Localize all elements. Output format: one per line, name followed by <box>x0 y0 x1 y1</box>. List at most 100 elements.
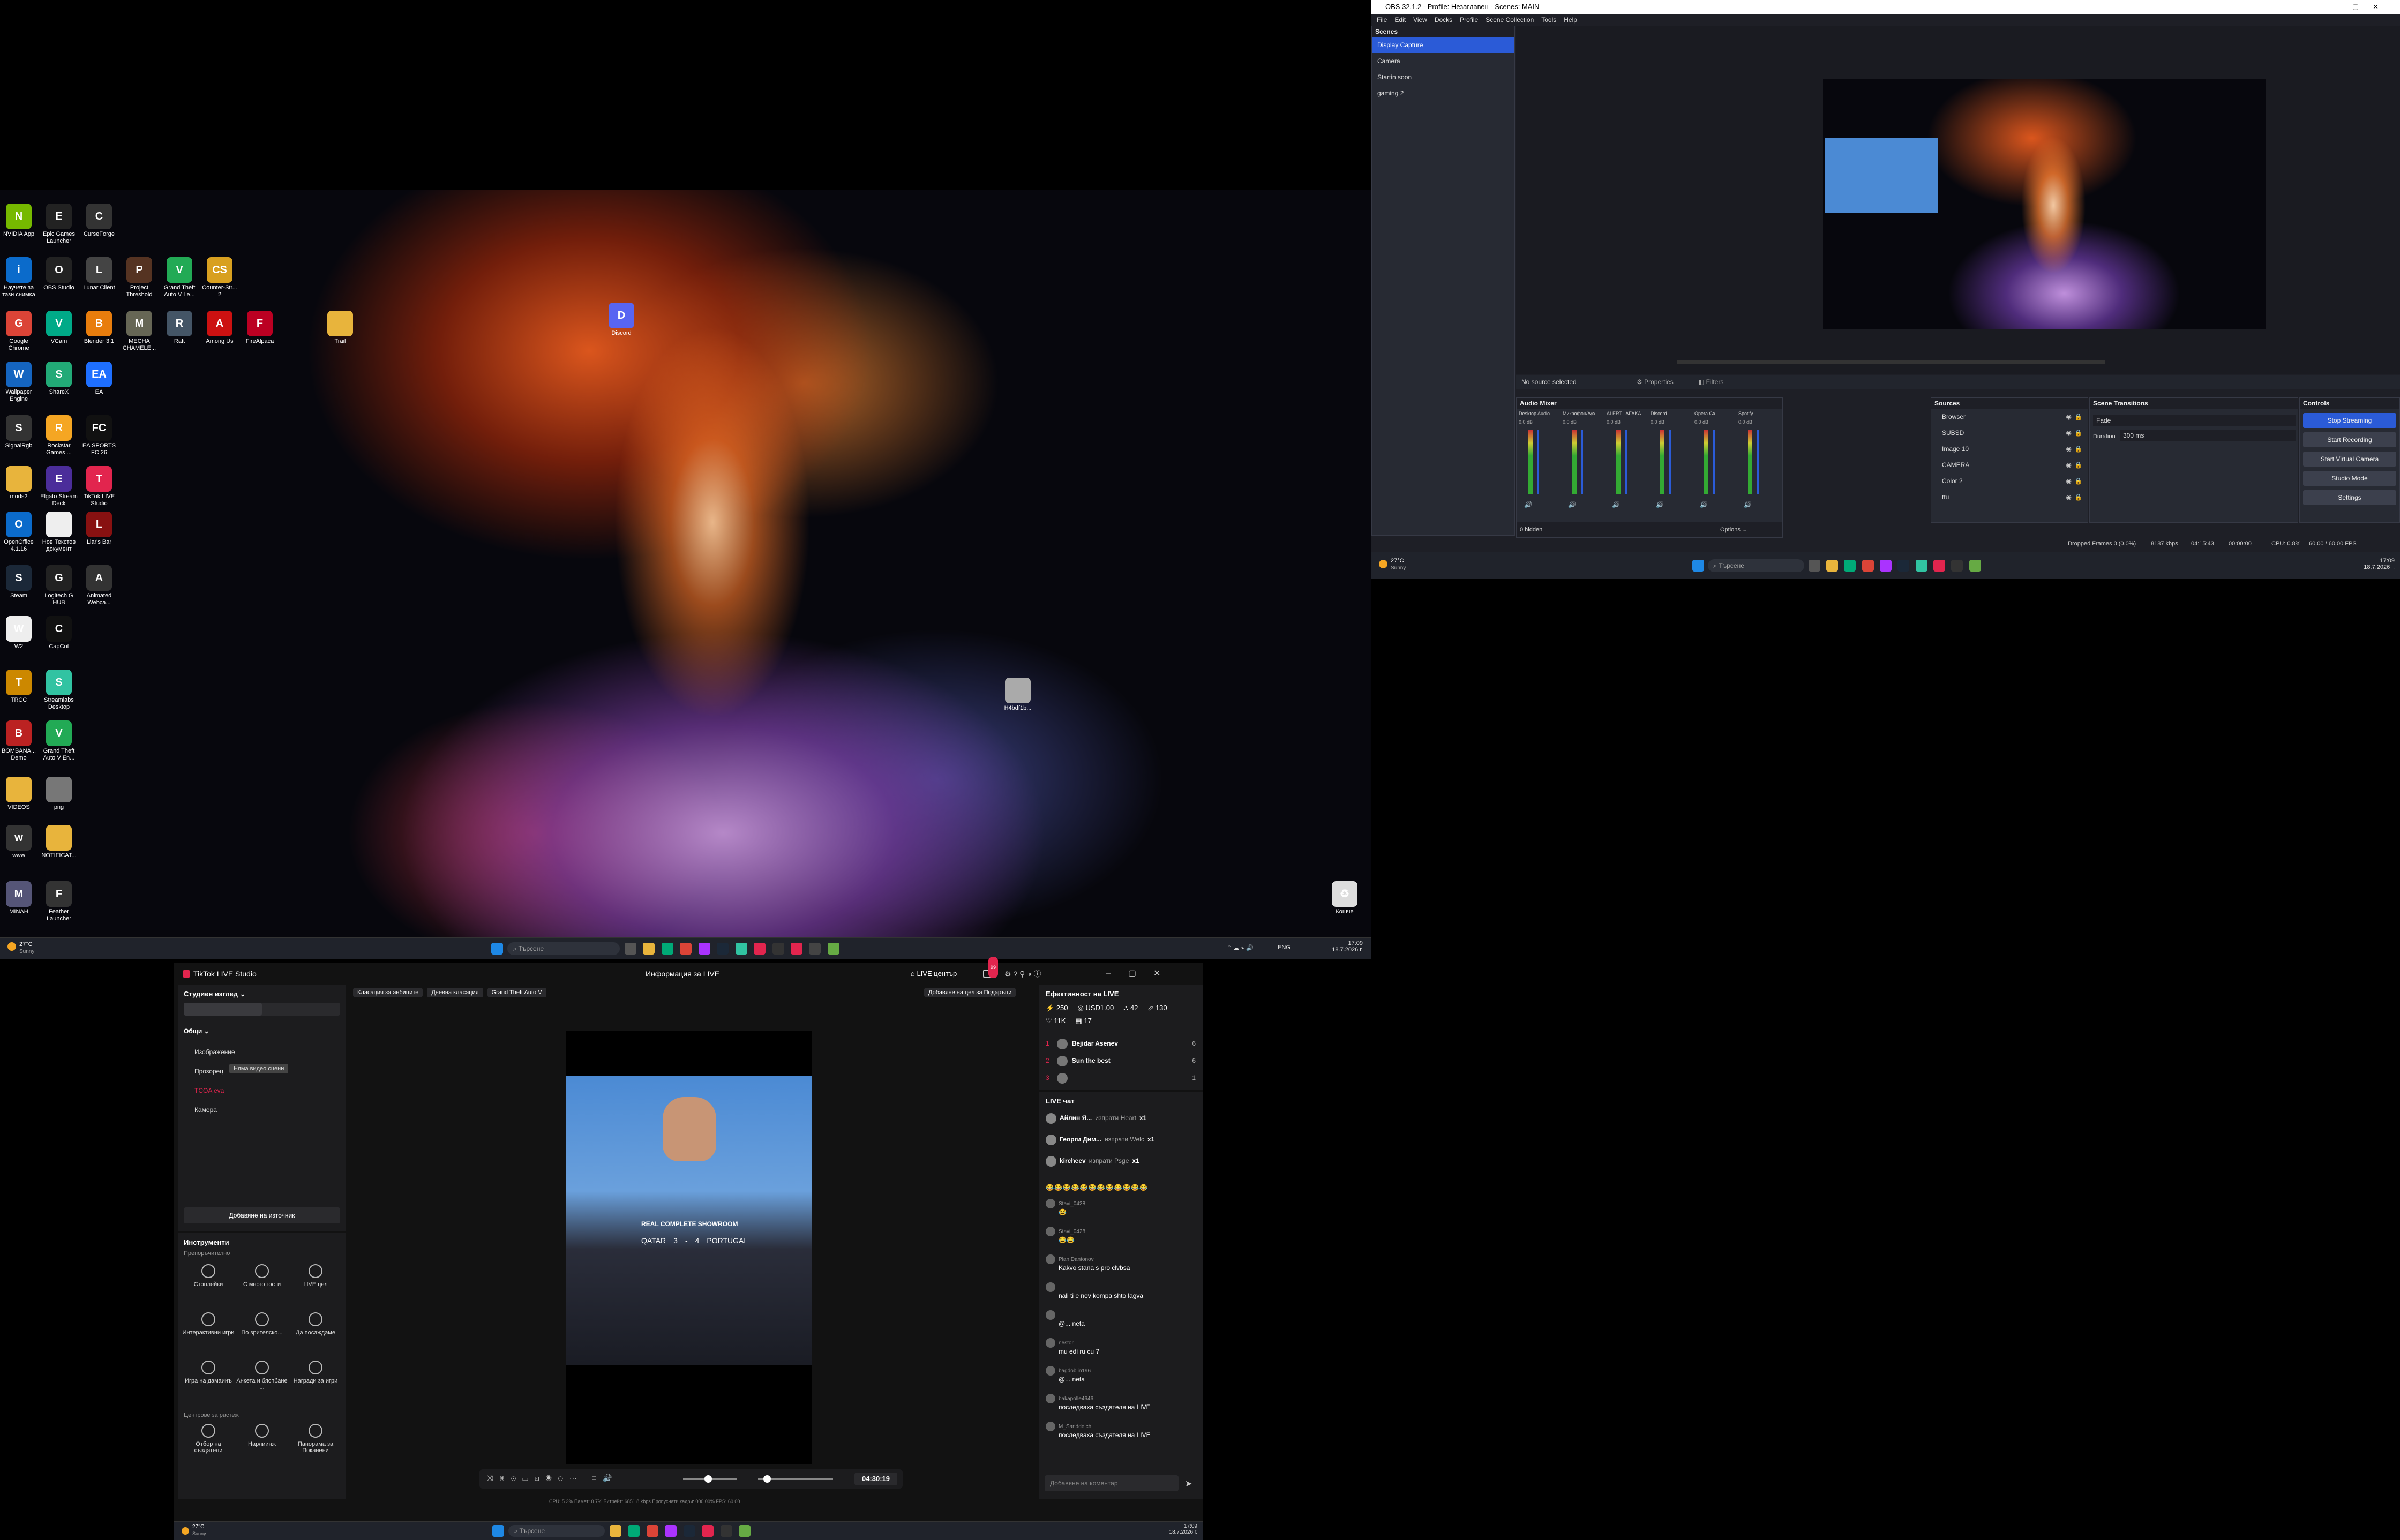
menu-item[interactable]: File <box>1377 16 1387 24</box>
chat-message[interactable]: bagdoblin196 @... neta <box>1046 1366 1196 1383</box>
portrait-option[interactable] <box>184 1003 262 1016</box>
tiktok-icon[interactable] <box>702 1525 714 1537</box>
source-item[interactable]: Image 10 ◉ 🔒 <box>1931 441 2088 457</box>
volume-fader[interactable] <box>1581 430 1583 494</box>
volume-fader[interactable] <box>1669 430 1671 494</box>
desktop-icon[interactable]: ♻ Кошче <box>1326 881 1363 915</box>
tool-item[interactable]: С много гости <box>235 1264 289 1288</box>
tt-live-info[interactable]: Информация за LIVE <box>646 963 719 985</box>
eye-icon[interactable]: ◉ <box>2066 489 2072 505</box>
chat-message[interactable]: Stavi_0428 😂 <box>1046 1199 1196 1216</box>
systray-icons[interactable]: ⌃ ☁ ⌁ 🔊 <box>1227 944 1254 951</box>
minecraft-icon[interactable] <box>1969 560 1981 572</box>
tt-source-item[interactable]: Камера <box>184 1100 340 1120</box>
eye-icon[interactable]: ◉ <box>2066 425 2072 441</box>
tool-item[interactable]: Нарлиинж <box>235 1424 289 1447</box>
send-icon[interactable]: ➤ <box>1185 1478 1192 1489</box>
tool-item[interactable]: Да посаждаме <box>289 1312 342 1336</box>
chat-message[interactable]: nestor mu edi ru cu ? <box>1046 1338 1196 1355</box>
desktop-icon[interactable]: V VCam <box>40 311 78 345</box>
control-button[interactable]: Settings <box>2303 490 2396 505</box>
tt-toolbar-icons[interactable]: ⚙ ? ⚲ ◑ ⓘ <box>1004 963 1041 985</box>
desktop-icon[interactable]: O OpenOffice 4.1.16 <box>0 512 38 552</box>
tt-source-item[interactable]: TCOA eva <box>184 1081 340 1100</box>
eye-icon[interactable]: ◉ <box>2066 409 2072 425</box>
window-controls[interactable]: –▢✕ <box>2335 0 2392 14</box>
gift-user[interactable]: Георги Дим... <box>1060 1136 1101 1143</box>
edge-icon[interactable] <box>661 943 673 955</box>
scene-item[interactable]: Display Capture <box>1372 37 1514 53</box>
volume-fader[interactable] <box>1537 430 1539 494</box>
scene-item[interactable]: gaming 2 <box>1372 85 1514 101</box>
general-group[interactable]: Общи ⌄ <box>184 1027 209 1035</box>
chat-message[interactable]: Stavi_0428 😂😂 <box>1046 1227 1196 1244</box>
streamlabs-icon[interactable] <box>735 943 747 955</box>
duration-input[interactable]: 300 ms <box>2120 430 2296 441</box>
opera-icon[interactable] <box>698 943 710 955</box>
desktop-icon[interactable]: S ShareX <box>40 362 78 396</box>
minecraft-icon[interactable] <box>739 1525 751 1537</box>
tiktok-live-icon[interactable] <box>790 943 802 955</box>
eye-icon[interactable]: ◉ <box>2066 441 2072 457</box>
mute-icon[interactable]: 🔊 <box>1700 501 1708 508</box>
desktop-icon[interactable]: mods2 <box>0 466 38 500</box>
studio-view-select[interactable]: Студиен изглед ⌄ <box>184 990 246 998</box>
gift-user[interactable]: kircheev <box>1060 1157 1086 1165</box>
menu-item[interactable]: Help <box>1564 16 1577 24</box>
desktop-icon[interactable]: R Rockstar Games ... <box>40 415 78 456</box>
eye-icon[interactable]: ◉ <box>2066 473 2072 489</box>
opera-icon[interactable] <box>1880 560 1892 572</box>
add-source-button[interactable]: Добавяне на източник <box>184 1207 340 1223</box>
edge-icon[interactable] <box>628 1525 640 1537</box>
lock-icon[interactable]: 🔒 <box>2074 489 2082 505</box>
lock-icon[interactable]: 🔒 <box>2074 409 2082 425</box>
eye-icon[interactable]: ◉ <box>2066 457 2072 473</box>
ranking-row[interactable]: 31 <box>1046 1069 1196 1086</box>
menu-item[interactable]: View <box>1413 16 1427 24</box>
weather-temp[interactable]: 27°C <box>1391 558 1404 564</box>
mute-icon[interactable]: 🔊 <box>1656 501 1664 508</box>
menu-item[interactable]: Profile <box>1460 16 1478 24</box>
desktop-icon[interactable]: F Feather Launcher <box>40 881 78 922</box>
mute-icon[interactable]: 🔊 <box>1568 501 1576 508</box>
opera-icon[interactable] <box>665 1525 677 1537</box>
obs-taskbar-icon[interactable] <box>720 1525 732 1537</box>
tool-item[interactable]: LIVE цел <box>289 1264 342 1288</box>
desktop-icon[interactable]: S Steam <box>0 565 38 599</box>
desktop-icon[interactable]: E Epic Games Launcher <box>40 204 78 244</box>
chat-message[interactable]: Plan Dantonov Kakvo stana s pro clvbsa <box>1046 1254 1196 1272</box>
clock[interactable]: 17:09 18.7.2026 г. <box>1329 940 1363 953</box>
desktop-icon[interactable]: S Streamlabs Desktop <box>40 670 78 710</box>
desktop-icon[interactable]: A Animated Webca... <box>80 565 118 606</box>
desktop-icon[interactable]: i Научете за тази снимка <box>0 257 38 298</box>
desktop-icon[interactable]: D Discord <box>603 303 640 337</box>
chat-message[interactable]: bakapolle4646 последваха създателя на LIV… <box>1046 1394 1196 1411</box>
mute-icon[interactable]: 🔊 <box>1612 501 1620 508</box>
desktop-icon[interactable]: B Blender 3.1 <box>80 311 118 345</box>
obs-taskbar-icon[interactable] <box>772 943 784 955</box>
top-tag[interactable]: Дневна класация <box>427 988 483 997</box>
source-item[interactable]: CAMERA ◉ 🔒 <box>1931 457 2088 473</box>
start-icon[interactable] <box>492 1525 504 1537</box>
scene-item[interactable]: Camera <box>1372 53 1514 69</box>
steam-icon[interactable] <box>717 943 729 955</box>
top-tag[interactable]: Класация за анбиците <box>353 988 423 997</box>
start-icon[interactable] <box>491 943 503 955</box>
desktop-icon[interactable]: W W2 <box>0 616 38 650</box>
desktop-icon[interactable]: V Grand Theft Auto V Le... <box>161 257 198 298</box>
desktop-icon[interactable]: T TRCC <box>0 670 38 704</box>
source-item[interactable]: Browser ◉ 🔒 <box>1931 409 2088 425</box>
mute-icon[interactable]: 🔊 <box>1744 501 1752 508</box>
menu-item[interactable]: Tools <box>1541 16 1556 24</box>
scene-item[interactable]: Startin soon <box>1372 69 1514 85</box>
explorer-icon[interactable] <box>609 1525 621 1537</box>
ranking-row[interactable]: 2 Sun the best 6 <box>1046 1052 1196 1069</box>
gift-user[interactable]: Айлин Я... <box>1060 1114 1092 1122</box>
chat-message[interactable]: nali ti e nov kompa shto lagva <box>1046 1282 1196 1299</box>
taskview-icon[interactable] <box>1808 560 1820 572</box>
menu-item[interactable]: Docks <box>1435 16 1452 24</box>
obs-taskbar-icon[interactable] <box>1951 560 1963 572</box>
desktop-icon[interactable]: A Among Us <box>201 311 238 345</box>
live-center-button[interactable]: ⌂ LIVE център <box>911 963 957 985</box>
explorer-icon[interactable] <box>1826 560 1839 572</box>
